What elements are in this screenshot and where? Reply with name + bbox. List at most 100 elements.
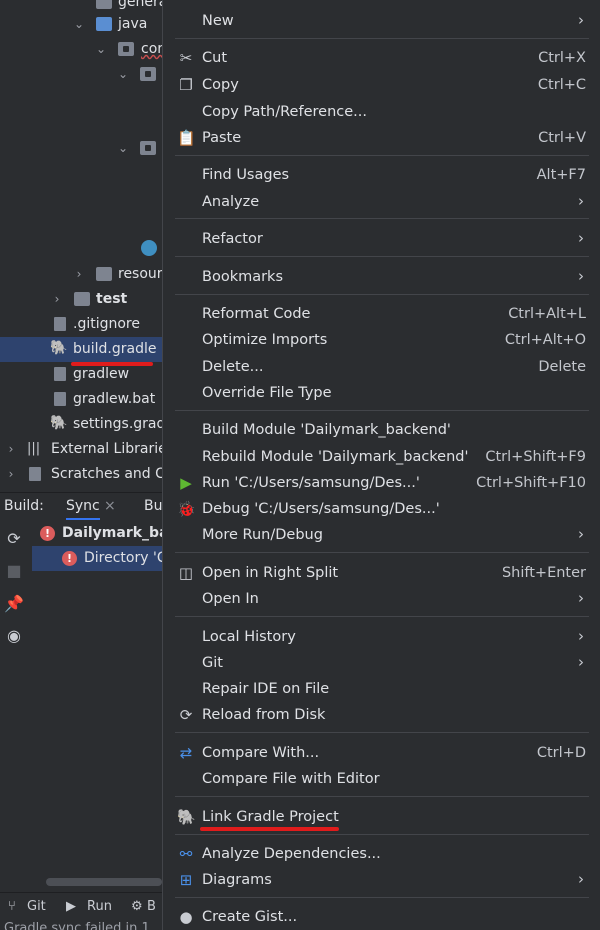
run-tab[interactable]: Run [87,898,112,916]
tree-item-label: genera [118,0,162,10]
chevron-right-icon[interactable]: › [4,465,18,483]
menu-item-label: Reformat Code [202,306,311,322]
tree-item-external-libraries[interactable]: › ||| External Librarie [0,437,162,462]
menu-separator [175,38,589,39]
menu-item-delete[interactable]: Delete... Delete [163,354,600,380]
menu-item-shortcut: Ctrl+Alt+O [504,332,586,348]
scratches-icon [29,467,41,481]
tab-sync[interactable]: Sync [66,497,100,520]
tree-item-class[interactable] [0,236,162,261]
menu-item-label: More Run/Debug [202,527,323,543]
submenu-arrow-icon: › [578,627,584,645]
scissors-icon: ✂ [179,49,193,67]
menu-item-reformat-code[interactable]: Reformat Code Ctrl+Alt+L [163,301,600,327]
horizontal-scrollbar[interactable] [46,878,162,886]
tree-item-gradlew[interactable]: gradlew [0,362,162,387]
menu-item-shortcut: Delete [538,359,586,375]
menu-item-create-gist[interactable]: ● Create Gist... [163,904,600,930]
package-icon [118,42,134,56]
menu-item-label: Compare File with Editor [202,771,380,787]
chevron-down-icon[interactable]: ⌄ [94,40,108,58]
menu-separator [175,732,589,733]
menu-item-more-run-debug[interactable]: More Run/Debug › [163,522,600,548]
eye-icon[interactable]: ◉ [4,626,24,646]
run-icon: ▶ [66,899,76,914]
menu-item-copy[interactable]: ❐ Copy Ctrl+C [163,72,600,98]
chevron-right-icon[interactable]: › [72,265,86,283]
menu-item-compare-with[interactable]: ⇄ Compare With... Ctrl+D [163,740,600,766]
chevron-right-icon[interactable]: › [50,290,64,308]
menu-separator [175,155,589,156]
menu-item-local-history[interactable]: Local History › [163,624,600,650]
menu-item-new[interactable]: New › [163,8,600,34]
tree-item-subpackage[interactable]: ⌄ [0,62,162,87]
libraries-icon: ||| [27,441,41,456]
tree-item-subpackage-2[interactable]: ⌄ [0,136,162,161]
other-tab[interactable]: B [147,898,156,916]
menu-item-cut[interactable]: ✂ Cut Ctrl+X [163,45,600,71]
pin-icon[interactable]: 📌 [4,594,24,614]
menu-item-paste[interactable]: 📋 Paste Ctrl+V [163,125,600,151]
menu-item-bookmarks[interactable]: Bookmarks › [163,264,600,290]
menu-separator [175,218,589,219]
tree-item-build-gradle[interactable]: 🐘 build.gradle [0,337,162,362]
project-panel: genera ⌄ java ⌄ cor ⌄ ⌄ › resour › test … [0,0,162,930]
menu-item-override-file-type[interactable]: Override File Type [163,380,600,406]
menu-item-label: Bookmarks [202,269,284,285]
menu-item-label: Analyze [202,194,260,210]
build-row-label: Dailymark_bac [62,525,162,541]
run-icon: ▶ [180,474,192,492]
menu-item-shortcut: Alt+F7 [536,167,586,183]
tree-item-gitignore[interactable]: .gitignore [0,312,162,337]
menu-item-shortcut: Ctrl+Shift+F9 [485,449,586,465]
menu-item-refactor[interactable]: Refactor › [163,226,600,252]
diagrams-icon: ⊞ [179,871,193,889]
menu-item-diagrams[interactable]: ⊞ Diagrams › [163,867,600,893]
chevron-down-icon[interactable]: ⌄ [116,65,130,83]
menu-separator [175,552,589,553]
menu-item-run[interactable]: ▶ Run 'C:/Users/samsung/Des...' Ctrl+Shi… [163,470,600,496]
submenu-arrow-icon: › [578,589,584,607]
stop-icon[interactable]: ■ [4,561,24,581]
menu-item-find-usages[interactable]: Find Usages Alt+F7 [163,162,600,188]
menu-item-build-module[interactable]: Build Module 'Dailymark_backend' [163,417,600,443]
git-tab[interactable]: Git [27,898,46,916]
menu-item-label: Open in Right Split [202,565,339,581]
menu-item-debug[interactable]: 🐞 Debug 'C:/Users/samsung/Des...' [163,496,600,522]
menu-item-optimize-imports[interactable]: Optimize Imports Ctrl+Alt+O [163,327,600,353]
context-menu: New › ✂ Cut Ctrl+X ❐ Copy Ctrl+C Copy Pa… [162,0,600,930]
tree-item-package[interactable]: ⌄ cor [0,37,162,62]
menu-item-label: Diagrams [202,872,272,888]
folder-icon [96,17,112,31]
sync-icon[interactable]: ⟳ [4,529,24,549]
menu-item-git[interactable]: Git › [163,650,600,676]
menu-item-repair-ide[interactable]: Repair IDE on File [163,676,600,702]
tree-item-scratches[interactable]: › Scratches and C [0,462,162,487]
build-row-directory[interactable]: ! Directory 'C [32,546,162,571]
tree-item-java[interactable]: ⌄ java [0,12,162,37]
menu-item-analyze-dependencies[interactable]: ⚯ Analyze Dependencies... [163,841,600,867]
error-icon: ! [40,525,56,541]
menu-item-copy-path[interactable]: Copy Path/Reference... [163,99,600,125]
tree-item-test[interactable]: › test [0,287,162,312]
tree-item-resources[interactable]: › resour [0,262,162,287]
menu-item-analyze[interactable]: Analyze › [163,189,600,215]
menu-item-rebuild-module[interactable]: Rebuild Module 'Dailymark_backend' Ctrl+… [163,444,600,470]
menu-item-open-right-split[interactable]: ◫ Open in Right Split Shift+Enter [163,560,600,586]
menu-item-shortcut: Shift+Enter [501,565,586,581]
menu-item-compare-with-editor[interactable]: Compare File with Editor [163,766,600,792]
tree-item-settings-gradle[interactable]: 🐘 settings.grad [0,412,162,437]
build-row-root[interactable]: ! Dailymark_bac [32,521,162,546]
menu-item-shortcut: Ctrl+V [538,130,586,146]
tree-item-label: gradlew [73,366,130,382]
tab-build-output[interactable]: Bu [144,497,162,515]
tree-item-gradlew-bat[interactable]: gradlew.bat [0,387,162,412]
menu-item-open-in[interactable]: Open In › [163,586,600,612]
tab-close-icon[interactable]: × [104,497,116,515]
chevron-down-icon[interactable]: ⌄ [72,15,86,33]
chevron-down-icon[interactable]: ⌄ [116,139,130,157]
menu-item-reload-from-disk[interactable]: ⟳ Reload from Disk [163,702,600,728]
tree-item-label: settings.grad [73,416,162,432]
chevron-right-icon[interactable]: › [4,440,18,458]
menu-item-label: Rebuild Module 'Dailymark_backend' [202,449,469,465]
